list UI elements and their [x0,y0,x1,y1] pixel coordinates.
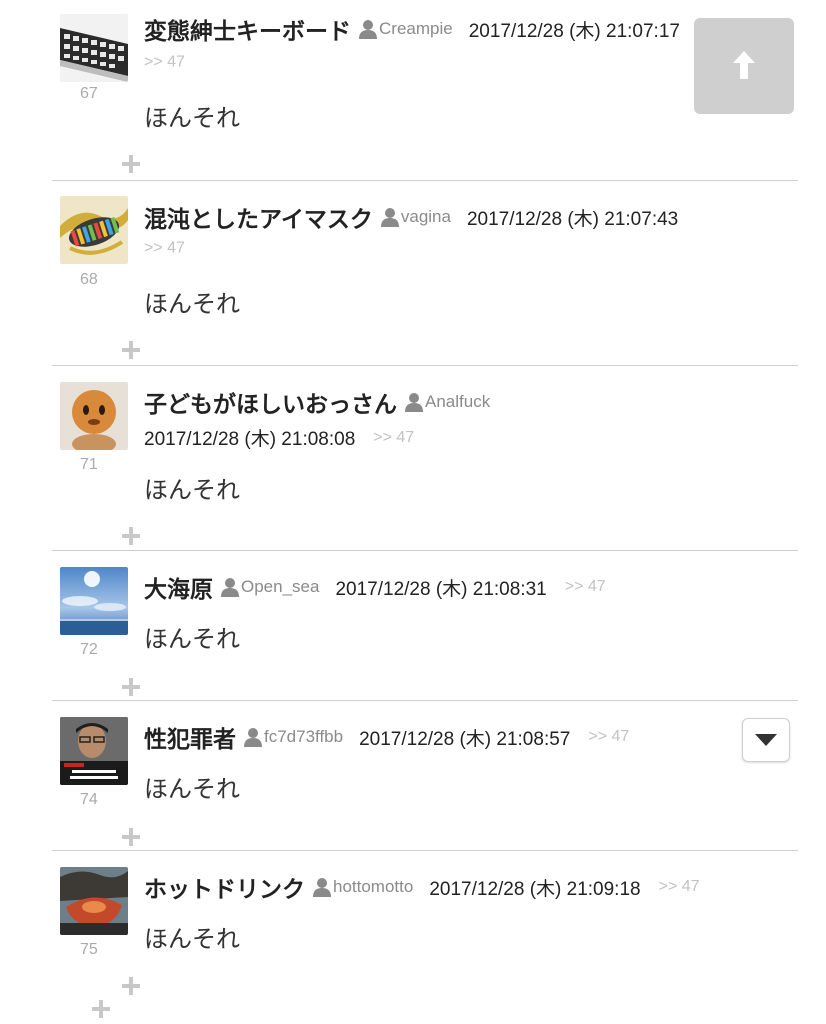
post-header: ホットドリンク hottomotto 2017/12/28 (木) 21:09:18… [144,870,700,904]
post-item: 67 変態紳士キーボード Creampie 2017/12/28 (木) 21:07… [52,0,798,181]
poster-id[interactable]: vagina [401,207,451,226]
avatar-eye-mask[interactable] [60,196,128,264]
avatar-keyboard[interactable] [60,14,128,82]
post-body: ほんそれ [144,476,240,504]
poster-name[interactable]: ホットドリンク [144,877,305,903]
post-body: ほんそれ [144,290,240,318]
avatar-ocean[interactable] [60,567,128,635]
plus-icon[interactable] [122,527,140,545]
user-icon [244,727,262,747]
post-meta: 2017/12/28 (木) 21:08:08 >> 47 [144,424,414,451]
avatar-hot-drink[interactable] [60,867,128,935]
poster-id[interactable]: fc7d73ffbb [264,727,343,746]
post-header: 子どもがほしいおっさん Analfuck [144,385,490,419]
post-body: ほんそれ [144,104,240,132]
reply-anchor[interactable]: >> 47 [144,54,185,71]
post-item: 71 子どもがほしいおっさん Analfuck 2017/12/28 (木) 21… [52,366,798,551]
arrow-up-icon [733,51,755,79]
post-item: 75 ホットドリンク hottomotto 2017/12/28 (木) 21:09… [52,851,798,1024]
plus-icon[interactable] [122,678,140,696]
reply-anchor[interactable]: >> 47 [144,240,185,257]
plus-icon[interactable] [92,1000,110,1018]
reply-anchor[interactable]: >> 47 [659,878,700,895]
post-number: 75 [80,941,98,958]
post-date: 2017/12/28 (木) 21:08:31 [335,578,547,600]
user-icon [380,207,399,227]
post-header: 混沌としたアイマスク vagina 2017/12/28 (木) 21:07:43 [144,200,678,234]
poster-name[interactable]: 大海原 [144,577,213,603]
post-date: 2017/12/28 (木) 21:08:08 [144,429,356,450]
post-header: 変態紳士キーボード Creampie 2017/12/28 (木) 21:07:17 [144,12,680,46]
user-icon [359,19,377,39]
reply-line: >> 47 [144,238,185,258]
user-icon [405,392,423,412]
poster-id[interactable]: hottomotto [333,877,413,896]
avatar-orange-doll[interactable] [60,382,128,450]
reply-anchor[interactable]: >> 47 [373,429,414,446]
poster-name[interactable]: 変態紳士キーボード [144,19,351,45]
post-header: 大海原 Open_sea 2017/12/28 (木) 21:08:31 >> 47 [144,570,606,604]
user-icon [221,577,239,597]
post-body: ほんそれ [144,925,240,953]
post-number: 71 [80,456,98,473]
avatar-news-screenshot[interactable] [60,717,128,785]
plus-icon[interactable] [122,828,140,846]
plus-icon[interactable] [122,977,140,995]
post-item: 72 大海原 Open_sea 2017/12/28 (木) 21:08:31 >> … [52,551,798,701]
post-item: 68 混沌としたアイマスク vagina 2017/12/28 (木) 21:07:… [52,181,798,366]
post-header: 性犯罪者 fc7d73ffbb 2017/12/28 (木) 21:08:57 >> … [144,720,629,754]
plus-icon[interactable] [122,341,140,359]
post-menu-button[interactable] [742,718,790,762]
poster-id[interactable]: Creampie [379,19,453,38]
poster-name[interactable]: 混沌としたアイマスク [144,207,373,233]
post-number: 74 [80,791,98,808]
poster-id[interactable]: Analfuck [425,392,490,411]
reply-line: >> 47 [144,52,185,72]
post-date: 2017/12/28 (木) 21:07:17 [468,20,680,42]
post-item: 74 性犯罪者 fc7d73ffbb 2017/12/28 (木) 21:08:57… [52,701,798,851]
reply-anchor[interactable]: >> 47 [565,578,606,595]
post-date: 2017/12/28 (木) 21:09:18 [429,878,641,900]
reply-anchor[interactable]: >> 47 [588,728,629,745]
plus-icon[interactable] [122,155,140,173]
post-body: ほんそれ [144,775,240,803]
post-body: ほんそれ [144,625,240,653]
user-icon [313,877,331,897]
post-number: 68 [80,271,98,288]
post-date: 2017/12/28 (木) 21:08:57 [359,728,571,750]
poster-id[interactable]: Open_sea [241,577,319,596]
poster-name[interactable]: 子どもがほしいおっさん [144,392,397,418]
post-number: 72 [80,641,98,658]
poster-name[interactable]: 性犯罪者 [144,727,236,753]
triangle-down-icon [755,734,777,746]
scroll-top-button[interactable] [694,18,794,114]
post-date: 2017/12/28 (木) 21:07:43 [466,208,679,230]
post-number: 67 [80,85,98,102]
